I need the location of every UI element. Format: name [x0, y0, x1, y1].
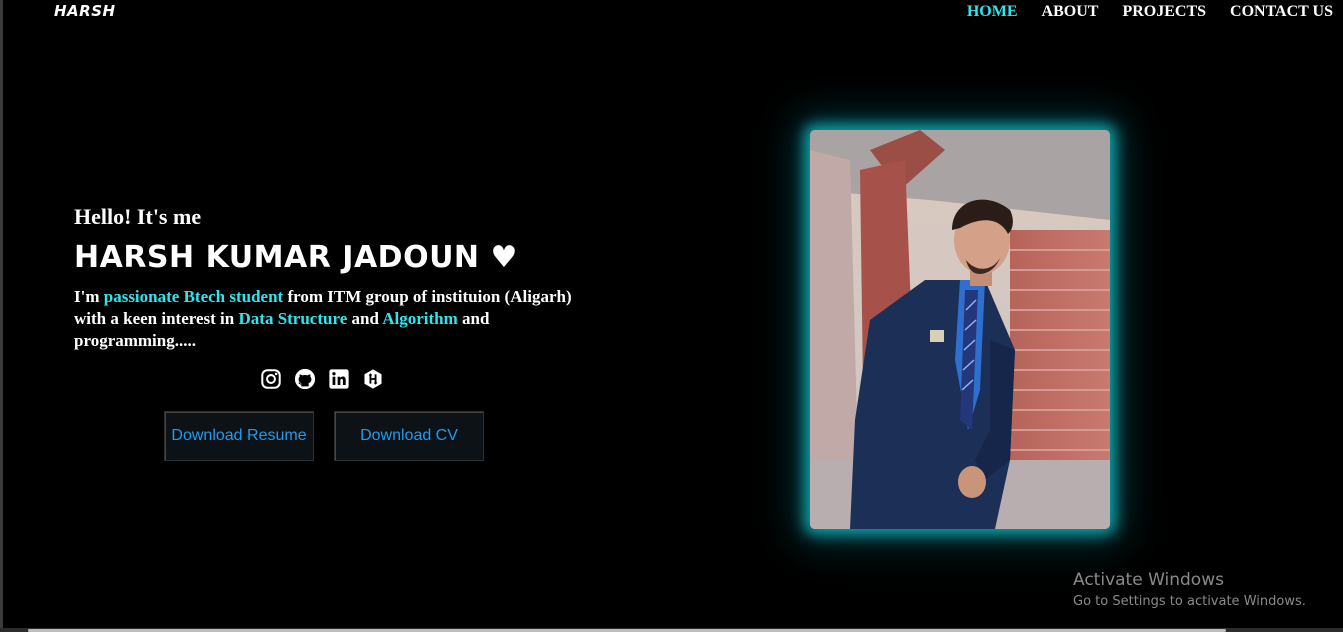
download-resume-button[interactable]: Download Resume: [164, 411, 314, 461]
intro-paragraph: I'm passionate Btech student from ITM gr…: [74, 286, 584, 352]
intro-highlight: passionate Btech student: [103, 287, 284, 306]
windows-activation-watermark: Activate Windows Go to Settings to activ…: [1073, 570, 1306, 609]
main-nav: HOME ABOUT PROJECTS CONTACT US: [967, 3, 1333, 21]
hero-name: HARSH KUMAR JADOUN ♥: [74, 240, 518, 275]
profile-photo-illustration: [810, 130, 1110, 529]
nav-home-link[interactable]: HOME: [967, 3, 1018, 21]
hackerrank-icon[interactable]: [362, 368, 384, 390]
nav-projects-link[interactable]: PROJECTS: [1122, 3, 1206, 21]
intro-text: I'm: [74, 287, 104, 306]
horizontal-scrollbar[interactable]: [0, 628, 1343, 632]
intro-text: and: [347, 309, 383, 328]
watermark-title: Activate Windows: [1073, 570, 1224, 590]
instagram-icon[interactable]: [260, 368, 282, 390]
social-links: [260, 368, 384, 390]
greeting-text: Hello! It's me: [74, 204, 202, 229]
linkedin-icon[interactable]: [328, 368, 350, 390]
intro-highlight: Data Structure: [238, 309, 348, 328]
github-icon[interactable]: [294, 368, 316, 390]
intro-highlight: Algorithm: [382, 309, 458, 328]
download-cv-button[interactable]: Download CV: [334, 411, 484, 461]
site-logo[interactable]: HARSH: [54, 2, 116, 20]
nav-contact-link[interactable]: CONTACT US: [1230, 3, 1333, 21]
nav-about-link[interactable]: ABOUT: [1042, 3, 1099, 21]
watermark-subtitle: Go to Settings to activate Windows.: [1073, 594, 1306, 609]
profile-photo: [810, 130, 1110, 529]
window-left-edge: [0, 0, 3, 632]
